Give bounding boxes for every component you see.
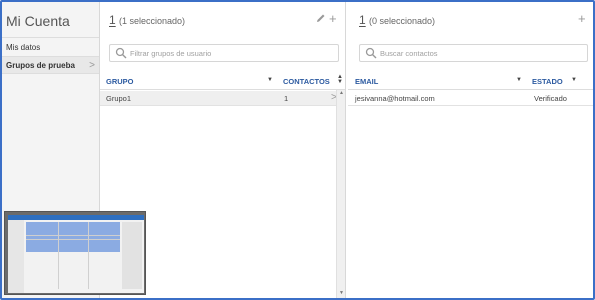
groups-selected-text: (1 seleccionado) xyxy=(119,16,186,26)
sort-icon[interactable]: ▼ xyxy=(516,77,522,83)
sort-both-icon[interactable]: ▲ ▼ xyxy=(337,74,343,85)
thumbnail-divider xyxy=(88,222,89,289)
groups-count[interactable]: 1 xyxy=(109,13,116,27)
contacts-header: 1 (0 seleccionado) + xyxy=(348,2,593,38)
pencil-icon[interactable] xyxy=(316,13,326,26)
sidebar-item-grupos-de-prueba[interactable]: Grupos de prueba > xyxy=(2,56,99,74)
sidebar-item-mis-datos[interactable]: Mis datos xyxy=(2,39,99,56)
sidebar-item-label: Mis datos xyxy=(6,43,41,52)
table-row[interactable]: jesivanna@hotmail.com Verificado xyxy=(348,91,593,106)
contacts-count[interactable]: 1 xyxy=(359,13,366,27)
col-header-email[interactable]: EMAIL xyxy=(355,77,378,86)
col-header-contactos[interactable]: CONTACTOS xyxy=(283,77,330,86)
sidebar-title: Mi Cuenta xyxy=(2,2,99,38)
contacts-search-input[interactable] xyxy=(380,46,580,60)
screen-thumbnail[interactable] xyxy=(4,211,146,295)
search-icon xyxy=(115,47,127,59)
sort-icon[interactable]: ▼ xyxy=(267,77,273,83)
cell-email: jesivanna@hotmail.com xyxy=(355,94,435,103)
scroll-down-icon[interactable]: ▼ xyxy=(339,290,344,296)
plus-icon[interactable]: + xyxy=(578,11,586,26)
thumbnail-divider xyxy=(58,222,59,289)
contacts-search[interactable] xyxy=(359,44,588,62)
plus-icon[interactable]: + xyxy=(329,11,337,26)
search-icon xyxy=(365,47,377,59)
thumbnail-sidebar xyxy=(8,220,24,293)
thumbnail-topbar xyxy=(8,215,144,220)
chevron-right-icon: > xyxy=(89,60,95,71)
cell-contactos: 1 xyxy=(284,94,289,103)
thumbnail-right-panel xyxy=(122,222,142,289)
table-row[interactable]: Grupo1 1 > xyxy=(100,91,337,106)
groups-scrollbar[interactable]: ▲ ▼ xyxy=(336,90,345,298)
groups-header: 1 (1 seleccionado) + xyxy=(100,2,345,38)
col-header-grupo[interactable]: GRUPO xyxy=(106,77,134,86)
scroll-up-icon[interactable]: ▲ xyxy=(339,90,344,96)
thumbnail-screen xyxy=(8,215,144,293)
cell-grupo: Grupo1 xyxy=(106,94,132,103)
thumbnail-viewport xyxy=(26,222,120,252)
thumbnail-row xyxy=(26,239,120,240)
col-header-estado[interactable]: ESTADO xyxy=(532,77,563,86)
groups-search-input[interactable] xyxy=(130,46,330,60)
thumbnail-row xyxy=(26,235,120,236)
groups-table-header: GRUPO ▼ CONTACTOS ▲ ▼ xyxy=(100,74,345,90)
groups-search[interactable] xyxy=(109,44,339,62)
contacts-selected-text: (0 seleccionado) xyxy=(369,16,436,26)
sidebar-item-label: Grupos de prueba xyxy=(6,61,75,70)
cell-estado: Verificado xyxy=(534,94,567,103)
contacts-panel: 1 (0 seleccionado) + EMAIL ▼ ESTADO ▼ je… xyxy=(348,2,593,298)
contacts-table-header: EMAIL ▼ ESTADO ▼ xyxy=(348,74,593,90)
sort-icon[interactable]: ▼ xyxy=(571,77,577,83)
